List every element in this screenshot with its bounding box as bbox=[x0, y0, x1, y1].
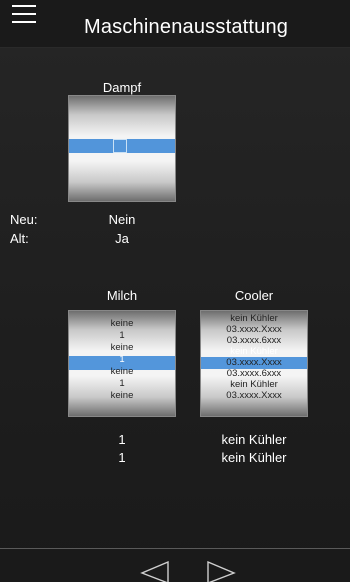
cooler-picker[interactable]: kein Kühler 03.xxxx.Xxxx 03.xxxx.6xxx ke… bbox=[200, 310, 308, 417]
machine-equipment-screen: Maschinenausstattung Dampf Neu: Alt: Nei… bbox=[0, 0, 350, 582]
list-item[interactable]: 03.xxxx.6xxx bbox=[201, 368, 307, 379]
dampf-alt-value: Ja bbox=[115, 231, 129, 246]
hamburger-menu-icon[interactable] bbox=[12, 5, 36, 25]
cooler-label: Cooler bbox=[234, 288, 274, 303]
neu-label: Neu: bbox=[10, 212, 38, 227]
dampf-selection-handle[interactable] bbox=[113, 139, 127, 153]
cooler-alt-value: kein Kühler bbox=[221, 450, 287, 465]
milch-label: Milch bbox=[106, 288, 138, 303]
cooler-picker-list: kein Kühler 03.xxxx.Xxxx 03.xxxx.6xxx ke… bbox=[201, 313, 307, 401]
list-item[interactable]: 03.xxxx.Xxxx bbox=[201, 390, 307, 401]
triangle-right-icon[interactable] bbox=[206, 559, 236, 582]
list-item[interactable]: kein Kühler bbox=[201, 379, 307, 390]
alt-label: Alt: bbox=[10, 231, 29, 246]
list-item[interactable]: 03.xxxx.Xxxx bbox=[201, 324, 307, 335]
dampf-label: Dampf bbox=[102, 80, 142, 95]
list-item[interactable]: 1 bbox=[69, 354, 175, 366]
dampf-picker[interactable] bbox=[68, 95, 176, 202]
cooler-neu-value: kein Kühler bbox=[221, 432, 287, 447]
dampf-picker-selection bbox=[69, 139, 175, 153]
milch-alt-value: 1 bbox=[118, 450, 126, 465]
list-item[interactable]: 1 bbox=[69, 330, 175, 342]
header-bar: Maschinenausstattung bbox=[0, 0, 350, 48]
milch-picker-list: keine 1 keine 1 keine 1 keine bbox=[69, 318, 175, 402]
list-item[interactable]: kein Kühler bbox=[201, 313, 307, 324]
milch-picker[interactable]: keine 1 keine 1 keine 1 keine bbox=[68, 310, 176, 417]
list-item[interactable]: 03.xxxx.Xxxx bbox=[201, 357, 307, 368]
triangle-left-icon[interactable] bbox=[140, 559, 170, 582]
list-item[interactable]: keine bbox=[69, 366, 175, 378]
list-item[interactable]: keine bbox=[69, 318, 175, 330]
list-item[interactable]: 1 bbox=[69, 378, 175, 390]
list-item[interactable]: 03.xxxx.6xxx bbox=[201, 335, 307, 346]
milch-neu-value: 1 bbox=[118, 432, 126, 447]
footer-nav bbox=[0, 548, 350, 582]
list-item[interactable]: keine bbox=[69, 390, 175, 402]
list-item[interactable]: keine bbox=[69, 342, 175, 354]
list-item[interactable]: kein Kühler bbox=[201, 346, 307, 357]
page-title: Maschinenausstattung bbox=[84, 16, 289, 38]
dampf-neu-value: Nein bbox=[108, 212, 136, 227]
